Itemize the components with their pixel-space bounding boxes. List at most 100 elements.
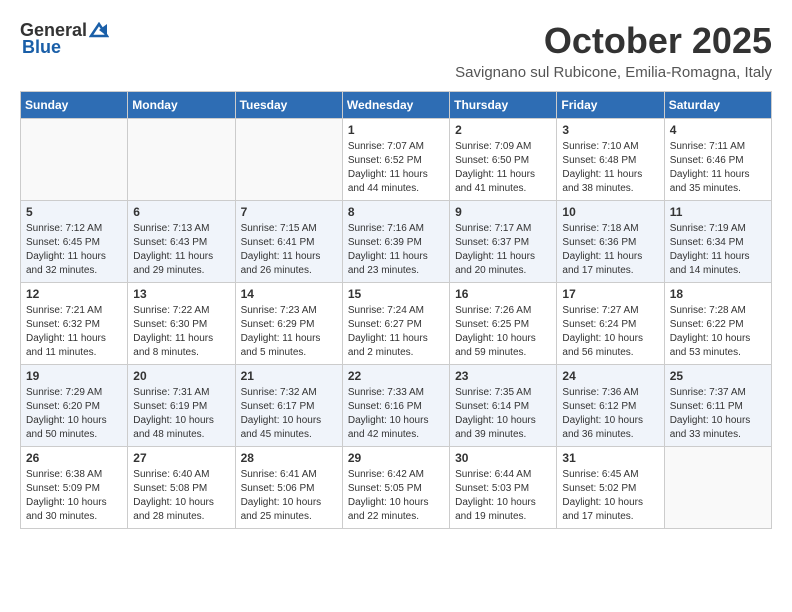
day-number: 16	[455, 287, 551, 301]
day-info: Sunrise: 6:42 AM Sunset: 5:05 PM Dayligh…	[348, 468, 444, 524]
day-number: 9	[455, 205, 551, 219]
day-of-week-header: Sunday	[21, 92, 128, 119]
calendar-week-row: 5 Sunrise: 7:12 AM Sunset: 6:45 PM Daylig…	[21, 201, 772, 283]
calendar-day-cell: 14 Sunrise: 7:23 AM Sunset: 6:29 PM Dayli…	[235, 283, 342, 365]
day-number: 26	[26, 451, 122, 465]
day-number: 4	[670, 123, 766, 137]
day-of-week-header: Friday	[557, 92, 664, 119]
day-info: Sunrise: 7:09 AM Sunset: 6:50 PM Dayligh…	[455, 140, 551, 196]
day-info: Sunrise: 7:23 AM Sunset: 6:29 PM Dayligh…	[241, 304, 337, 360]
calendar-empty-cell	[128, 119, 235, 201]
day-of-week-header: Monday	[128, 92, 235, 119]
calendar-week-row: 26 Sunrise: 6:38 AM Sunset: 5:09 PM Dayli…	[21, 447, 772, 529]
logo: General Blue	[20, 20, 109, 58]
calendar-empty-cell	[21, 119, 128, 201]
calendar-day-cell: 12 Sunrise: 7:21 AM Sunset: 6:32 PM Dayli…	[21, 283, 128, 365]
day-info: Sunrise: 7:17 AM Sunset: 6:37 PM Dayligh…	[455, 222, 551, 278]
calendar-table: SundayMondayTuesdayWednesdayThursdayFrid…	[20, 91, 772, 529]
calendar-week-row: 19Sunrise: 7:29 AM Sunset: 6:20 PM Dayli…	[21, 365, 772, 447]
calendar-day-cell: 24Sunrise: 7:36 AM Sunset: 6:12 PM Dayli…	[557, 365, 664, 447]
calendar-empty-cell	[235, 119, 342, 201]
day-info: Sunrise: 6:38 AM Sunset: 5:09 PM Dayligh…	[26, 468, 122, 524]
calendar-day-cell: 8Sunrise: 7:16 AM Sunset: 6:39 PM Daylig…	[342, 201, 449, 283]
calendar-week-row: 12 Sunrise: 7:21 AM Sunset: 6:32 PM Dayli…	[21, 283, 772, 365]
calendar-day-cell: 4 Sunrise: 7:11 AM Sunset: 6:46 PM Daylig…	[664, 119, 771, 201]
day-info: Sunrise: 7:11 AM Sunset: 6:46 PM Dayligh…	[670, 140, 766, 196]
day-info: Sunrise: 7:26 AM Sunset: 6:25 PM Dayligh…	[455, 304, 551, 360]
day-number: 15	[348, 287, 444, 301]
calendar-day-cell: 11 Sunrise: 7:19 AM Sunset: 6:34 PM Dayli…	[664, 201, 771, 283]
day-info: Sunrise: 7:21 AM Sunset: 6:32 PM Dayligh…	[26, 304, 122, 360]
logo-blue-text: Blue	[22, 37, 61, 58]
day-info: Sunrise: 7:32 AM Sunset: 6:17 PM Dayligh…	[241, 386, 337, 442]
day-info: Sunrise: 7:36 AM Sunset: 6:12 PM Dayligh…	[562, 386, 658, 442]
day-number: 25	[670, 369, 766, 383]
day-of-week-header: Wednesday	[342, 92, 449, 119]
day-of-week-header: Tuesday	[235, 92, 342, 119]
day-info: Sunrise: 7:18 AM Sunset: 6:36 PM Dayligh…	[562, 222, 658, 278]
day-info: Sunrise: 7:19 AM Sunset: 6:34 PM Dayligh…	[670, 222, 766, 278]
day-number: 5	[26, 205, 122, 219]
day-info: Sunrise: 7:35 AM Sunset: 6:14 PM Dayligh…	[455, 386, 551, 442]
day-info: Sunrise: 7:22 AM Sunset: 6:30 PM Dayligh…	[133, 304, 229, 360]
day-info: Sunrise: 7:10 AM Sunset: 6:48 PM Dayligh…	[562, 140, 658, 196]
day-number: 22	[348, 369, 444, 383]
location-subtitle: Savignano sul Rubicone, Emilia-Romagna, …	[455, 64, 772, 81]
calendar-day-cell: 6 Sunrise: 7:13 AM Sunset: 6:43 PM Daylig…	[128, 201, 235, 283]
day-info: Sunrise: 7:37 AM Sunset: 6:11 PM Dayligh…	[670, 386, 766, 442]
calendar-day-cell: 15 Sunrise: 7:24 AM Sunset: 6:27 PM Dayli…	[342, 283, 449, 365]
day-info: Sunrise: 7:12 AM Sunset: 6:45 PM Dayligh…	[26, 222, 122, 278]
calendar-day-cell: 20 Sunrise: 7:31 AM Sunset: 6:19 PM Dayli…	[128, 365, 235, 447]
calendar-day-cell: 17Sunrise: 7:27 AM Sunset: 6:24 PM Dayli…	[557, 283, 664, 365]
day-info: Sunrise: 7:24 AM Sunset: 6:27 PM Dayligh…	[348, 304, 444, 360]
logo-icon	[89, 22, 109, 38]
calendar-day-cell: 18Sunrise: 7:28 AM Sunset: 6:22 PM Dayli…	[664, 283, 771, 365]
day-number: 21	[241, 369, 337, 383]
day-number: 10	[562, 205, 658, 219]
day-info: Sunrise: 7:15 AM Sunset: 6:41 PM Dayligh…	[241, 222, 337, 278]
day-number: 19	[26, 369, 122, 383]
day-number: 7	[241, 205, 337, 219]
calendar-day-cell: 25 Sunrise: 7:37 AM Sunset: 6:11 PM Dayli…	[664, 365, 771, 447]
day-info: Sunrise: 7:07 AM Sunset: 6:52 PM Dayligh…	[348, 140, 444, 196]
day-number: 28	[241, 451, 337, 465]
calendar-day-cell: 16 Sunrise: 7:26 AM Sunset: 6:25 PM Dayli…	[450, 283, 557, 365]
day-number: 31	[562, 451, 658, 465]
calendar-empty-cell	[664, 447, 771, 529]
calendar-day-cell: 9 Sunrise: 7:17 AM Sunset: 6:37 PM Daylig…	[450, 201, 557, 283]
calendar-day-cell: 23 Sunrise: 7:35 AM Sunset: 6:14 PM Dayli…	[450, 365, 557, 447]
day-info: Sunrise: 7:33 AM Sunset: 6:16 PM Dayligh…	[348, 386, 444, 442]
day-number: 30	[455, 451, 551, 465]
calendar-day-cell: 31 Sunrise: 6:45 AM Sunset: 5:02 PM Dayli…	[557, 447, 664, 529]
day-number: 23	[455, 369, 551, 383]
calendar-day-cell: 22 Sunrise: 7:33 AM Sunset: 6:16 PM Dayli…	[342, 365, 449, 447]
day-info: Sunrise: 7:28 AM Sunset: 6:22 PM Dayligh…	[670, 304, 766, 360]
day-of-week-header: Thursday	[450, 92, 557, 119]
day-info: Sunrise: 7:13 AM Sunset: 6:43 PM Dayligh…	[133, 222, 229, 278]
day-number: 6	[133, 205, 229, 219]
day-number: 11	[670, 205, 766, 219]
page-header: General Blue October 2025 Savignano sul …	[20, 20, 772, 81]
day-number: 8	[348, 205, 444, 219]
calendar-week-row: 1 Sunrise: 7:07 AM Sunset: 6:52 PM Daylig…	[21, 119, 772, 201]
month-title: October 2025	[455, 20, 772, 62]
day-number: 20	[133, 369, 229, 383]
calendar-day-cell: 2 Sunrise: 7:09 AM Sunset: 6:50 PM Daylig…	[450, 119, 557, 201]
day-of-week-header: Saturday	[664, 92, 771, 119]
calendar-day-cell: 19Sunrise: 7:29 AM Sunset: 6:20 PM Dayli…	[21, 365, 128, 447]
calendar-day-cell: 21 Sunrise: 7:32 AM Sunset: 6:17 PM Dayli…	[235, 365, 342, 447]
calendar-day-cell: 5 Sunrise: 7:12 AM Sunset: 6:45 PM Daylig…	[21, 201, 128, 283]
day-number: 27	[133, 451, 229, 465]
day-number: 14	[241, 287, 337, 301]
day-info: Sunrise: 7:31 AM Sunset: 6:19 PM Dayligh…	[133, 386, 229, 442]
day-number: 12	[26, 287, 122, 301]
day-number: 2	[455, 123, 551, 137]
day-number: 1	[348, 123, 444, 137]
calendar-day-cell: 26 Sunrise: 6:38 AM Sunset: 5:09 PM Dayli…	[21, 447, 128, 529]
title-area: October 2025 Savignano sul Rubicone, Emi…	[455, 20, 772, 81]
calendar-day-cell: 27Sunrise: 6:40 AM Sunset: 5:08 PM Dayli…	[128, 447, 235, 529]
day-info: Sunrise: 6:45 AM Sunset: 5:02 PM Dayligh…	[562, 468, 658, 524]
calendar-day-cell: 29Sunrise: 6:42 AM Sunset: 5:05 PM Dayli…	[342, 447, 449, 529]
calendar-day-cell: 30Sunrise: 6:44 AM Sunset: 5:03 PM Dayli…	[450, 447, 557, 529]
calendar-header-row: SundayMondayTuesdayWednesdayThursdayFrid…	[21, 92, 772, 119]
